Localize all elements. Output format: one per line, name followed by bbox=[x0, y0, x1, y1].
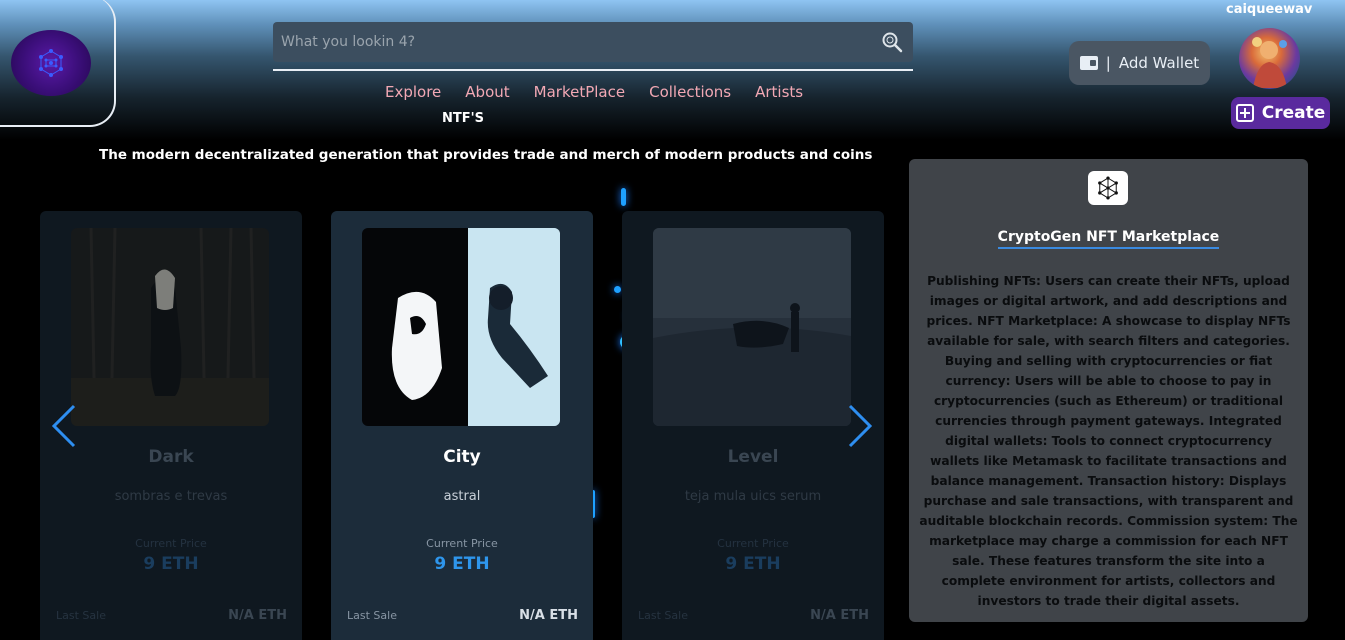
wallet-separator: | bbox=[1105, 54, 1111, 72]
chevron-right-icon[interactable] bbox=[846, 402, 876, 450]
nft-subtitle: teja mula uics serum bbox=[684, 489, 822, 504]
marketplace-logo-icon bbox=[1088, 171, 1128, 205]
site-logo[interactable] bbox=[11, 30, 91, 96]
search-input[interactable] bbox=[273, 22, 879, 62]
last-sale-label: Last Sale bbox=[638, 609, 688, 622]
search-icon[interactable] bbox=[879, 29, 905, 55]
avatar-image bbox=[1252, 37, 1287, 88]
price-label: Current Price bbox=[426, 537, 498, 550]
hexagon-network-logo-icon bbox=[39, 49, 63, 77]
page: Explore About MarketPlace Collections Ar… bbox=[0, 0, 1345, 640]
info-title-text: CryptoGen NFT Marketplace bbox=[997, 229, 1220, 249]
nft-card-dark[interactable]: Dark sombras e trevas Current Price 9 ET… bbox=[40, 211, 302, 640]
search-bar bbox=[273, 22, 913, 62]
nft-image-level bbox=[653, 228, 851, 426]
price-value: 9 ETH bbox=[143, 554, 199, 574]
create-label: Create bbox=[1261, 103, 1326, 123]
price-value: 9 ETH bbox=[434, 554, 490, 574]
info-title: CryptoGen NFT Marketplace bbox=[909, 229, 1308, 249]
price-label: Current Price bbox=[135, 537, 207, 550]
last-sale-value: N/A ETH bbox=[519, 608, 578, 623]
section-label: NTF'S bbox=[442, 111, 484, 126]
nft-card-city[interactable]: City astral Current Price 9 ETH Last Sal… bbox=[331, 211, 593, 640]
last-sale-value: N/A ETH bbox=[810, 608, 869, 623]
nft-subtitle: astral bbox=[443, 489, 481, 504]
tagline: The modern decentralizated generation th… bbox=[99, 147, 873, 163]
nft-title: City bbox=[443, 447, 481, 467]
nav-explore[interactable]: Explore bbox=[373, 82, 453, 102]
nav-about[interactable]: About bbox=[453, 82, 521, 102]
nft-title: Level bbox=[727, 447, 779, 467]
nav-collections[interactable]: Collections bbox=[637, 82, 743, 102]
chevron-left-icon[interactable] bbox=[48, 402, 78, 450]
nft-image-dark bbox=[71, 228, 269, 426]
add-wallet-label: Add Wallet bbox=[1118, 54, 1200, 72]
nft-subtitle: sombras e trevas bbox=[114, 489, 228, 504]
nft-image-city bbox=[362, 228, 560, 426]
nav-marketplace[interactable]: MarketPlace bbox=[522, 82, 637, 102]
main-nav: Explore About MarketPlace Collections Ar… bbox=[373, 82, 815, 102]
last-sale-value: N/A ETH bbox=[228, 608, 287, 623]
nft-card-level[interactable]: Level teja mula uics serum Current Price… bbox=[622, 211, 884, 640]
plus-square-icon bbox=[1235, 104, 1254, 122]
create-button[interactable]: Create bbox=[1231, 97, 1330, 129]
username: caiqueewav bbox=[1226, 2, 1313, 17]
info-panel: CryptoGen NFT Marketplace Publishing NFT… bbox=[909, 159, 1308, 622]
price-label: Current Price bbox=[717, 537, 789, 550]
nft-title: Dark bbox=[148, 447, 194, 467]
last-sale-label: Last Sale bbox=[56, 609, 106, 622]
info-description: Publishing NFTs: Users can create their … bbox=[919, 274, 1298, 608]
nav-artists[interactable]: Artists bbox=[743, 82, 815, 102]
wallet-icon bbox=[1079, 56, 1098, 70]
last-sale-label: Last Sale bbox=[347, 609, 397, 622]
search-underline bbox=[273, 69, 913, 71]
avatar[interactable] bbox=[1239, 28, 1300, 89]
add-wallet-button[interactable]: | Add Wallet bbox=[1069, 41, 1210, 85]
price-value: 9 ETH bbox=[725, 554, 781, 574]
